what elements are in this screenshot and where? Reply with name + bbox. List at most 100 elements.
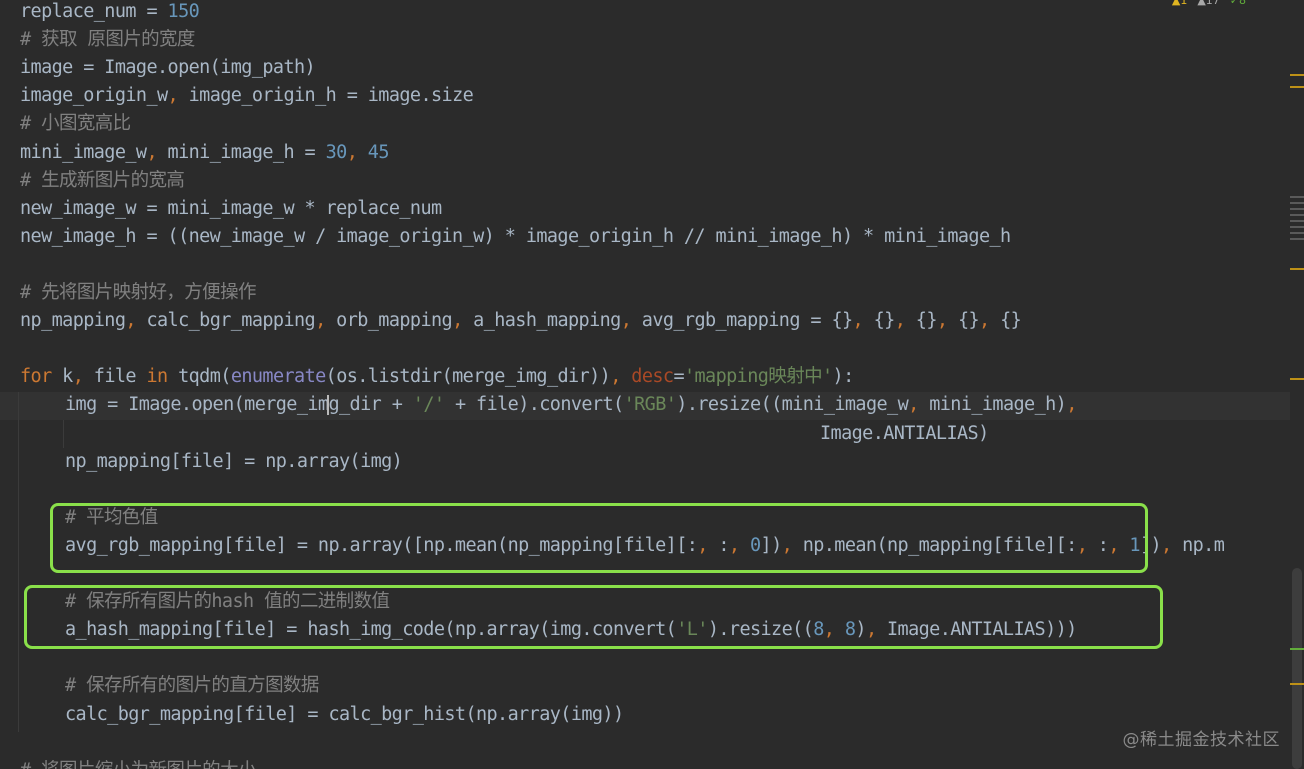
code-token: {}	[915, 310, 938, 332]
warning-icon[interactable]: ▲1	[1172, 0, 1187, 7]
code-token: new_image_w = mini_image_w * replace_num	[20, 197, 442, 219]
error-stripe-marker[interactable]	[1290, 86, 1304, 88]
code-token: g_dir	[328, 394, 382, 416]
code-line[interactable]: Image.ANTIALIAS)	[820, 420, 989, 448]
code-token: merge_im	[244, 394, 329, 416]
error-stripe-marker[interactable]	[1290, 232, 1304, 234]
code-token: + file).convert(	[444, 394, 624, 416]
code-token: # 保存所有的图片的直方图数据	[65, 675, 319, 697]
code-token: ,	[894, 310, 916, 332]
code-token: ,	[1161, 534, 1183, 556]
code-token: desc	[631, 366, 674, 388]
code-token: # 将图片缩小为新图片的大小	[20, 760, 256, 769]
code-token: '/'	[412, 394, 445, 416]
code-token: new_image_h = ((new_image_w / image_orig…	[20, 225, 1011, 247]
error-stripe-marker[interactable]	[1290, 220, 1304, 222]
code-token: calc_bgr_mapping	[146, 310, 316, 332]
inspection-widget[interactable]: ▲1 ▲17 ✓8	[1172, 0, 1246, 7]
error-stripe-marker[interactable]	[1290, 238, 1304, 240]
code-token: ,	[979, 310, 1001, 332]
code-token: for	[20, 366, 63, 388]
vertical-scrollbar[interactable]	[1290, 0, 1304, 769]
highlight-box-avg-rgb	[50, 503, 1148, 573]
code-token: ,	[346, 141, 368, 163]
code-token: np_mapping[file] = np.array(img)	[65, 450, 403, 472]
code-token: # 生成新图片的宽高	[20, 169, 185, 191]
error-stripe-marker[interactable]	[1290, 214, 1304, 216]
code-line[interactable]: image_origin_w, image_origin_h = image.s…	[20, 82, 474, 110]
code-token: ,	[315, 310, 337, 332]
indent-guide	[63, 420, 64, 448]
watermark: @稀土掘金技术社区	[1122, 730, 1280, 750]
code-editor[interactable]: replace_num = 150 # 获取 原图片的宽度 image = Imag…	[0, 0, 1290, 769]
warning-count: 1	[1180, 0, 1188, 7]
typo-count: 8	[1239, 0, 1246, 7]
code-token: ))	[589, 366, 611, 388]
code-token: ):	[832, 366, 855, 388]
code-token: ).resize((mini_image_w	[676, 394, 909, 416]
code-token: orb_mapping	[336, 310, 453, 332]
code-token: +	[381, 394, 413, 416]
code-token: 45	[367, 141, 390, 163]
code-token: {}	[873, 310, 896, 332]
code-token: # 获取 原图片的宽度	[20, 29, 195, 51]
code-token: a_hash_mapping	[473, 310, 621, 332]
error-stripe-marker[interactable]	[1290, 226, 1304, 228]
error-stripe-marker[interactable]	[1290, 208, 1304, 210]
code-token: in	[146, 366, 179, 388]
code-token: img = Image.open(	[65, 394, 245, 416]
error-stripe-marker[interactable]	[1290, 196, 1304, 198]
error-stripe-marker[interactable]	[1290, 202, 1304, 204]
code-line[interactable]: new_image_h = ((new_image_w / image_orig…	[20, 223, 1011, 251]
code-token: np.m	[1182, 534, 1225, 556]
code-line[interactable]: # 生成新图片的宽高	[20, 167, 185, 195]
code-line[interactable]: # 先将图片映射好，方便操作	[20, 279, 256, 307]
scrollbar-thumb[interactable]	[1292, 568, 1302, 769]
code-line[interactable]: img = Image.open(merge_img_dir + '/' + f…	[65, 391, 1077, 419]
indent-guide	[18, 392, 19, 732]
code-token: replace_num =	[20, 1, 168, 22]
code-token: ,	[1066, 394, 1077, 416]
code-token: {}	[1000, 310, 1022, 332]
code-token: {}	[957, 310, 980, 332]
code-token: ,	[610, 366, 632, 388]
code-line[interactable]: for k, file in tqdm(enumerate(os.listdir…	[20, 363, 854, 391]
code-line[interactable]: replace_num = 150	[20, 0, 200, 26]
code-token: ,	[72, 366, 94, 388]
code-line[interactable]: # 将图片缩小为新图片的大小	[20, 757, 256, 769]
code-token: 30	[325, 141, 348, 163]
highlight-box-a-hash	[24, 585, 1163, 649]
error-stripe-marker[interactable]	[1290, 74, 1304, 76]
code-token: ,	[936, 310, 958, 332]
code-line[interactable]: # 小图宽高比	[20, 110, 131, 138]
code-line[interactable]: np_mapping[file] = np.array(img)	[65, 448, 403, 476]
code-line[interactable]: np_mapping, calc_bgr_mapping, orb_mappin…	[20, 307, 1022, 335]
code-token: file	[93, 366, 147, 388]
code-token: ,	[125, 310, 147, 332]
code-line[interactable]: new_image_w = mini_image_w * replace_num	[20, 195, 442, 223]
code-line[interactable]: mini_image_w, mini_image_h = 30, 45	[20, 139, 389, 167]
error-stripe-marker[interactable]	[1290, 648, 1304, 650]
code-token: ,	[620, 310, 642, 332]
code-line[interactable]: image = Image.open(img_path)	[20, 54, 316, 82]
error-stripe-marker[interactable]	[1290, 268, 1304, 270]
weak-warning-count: 17	[1205, 0, 1220, 7]
code-token: enumerate	[230, 366, 326, 388]
code-token: calc_bgr_mapping[file] = calc_bgr_hist(n…	[65, 703, 624, 725]
code-token: mini_image_h)	[929, 394, 1067, 416]
error-stripe-marker[interactable]	[1290, 378, 1304, 380]
code-token: image = Image.open(img_path)	[20, 57, 316, 79]
code-token: ,	[852, 310, 874, 332]
error-stripe-marker[interactable]	[1290, 683, 1304, 685]
code-token: Image.ANTIALIAS)	[820, 422, 989, 444]
code-token: image_origin_w	[20, 85, 168, 107]
code-line[interactable]: calc_bgr_mapping[file] = calc_bgr_hist(n…	[65, 701, 624, 729]
code-token: np_mapping	[20, 310, 126, 332]
code-line[interactable]: # 获取 原图片的宽度	[20, 26, 195, 54]
code-token: image_origin_h = image.size	[188, 85, 474, 107]
weak-warning-icon[interactable]: ▲17	[1197, 0, 1219, 7]
code-token: =	[673, 366, 684, 388]
code-token: ,	[146, 141, 168, 163]
typo-icon[interactable]: ✓8	[1230, 0, 1246, 7]
code-line[interactable]: # 保存所有的图片的直方图数据	[65, 672, 319, 700]
